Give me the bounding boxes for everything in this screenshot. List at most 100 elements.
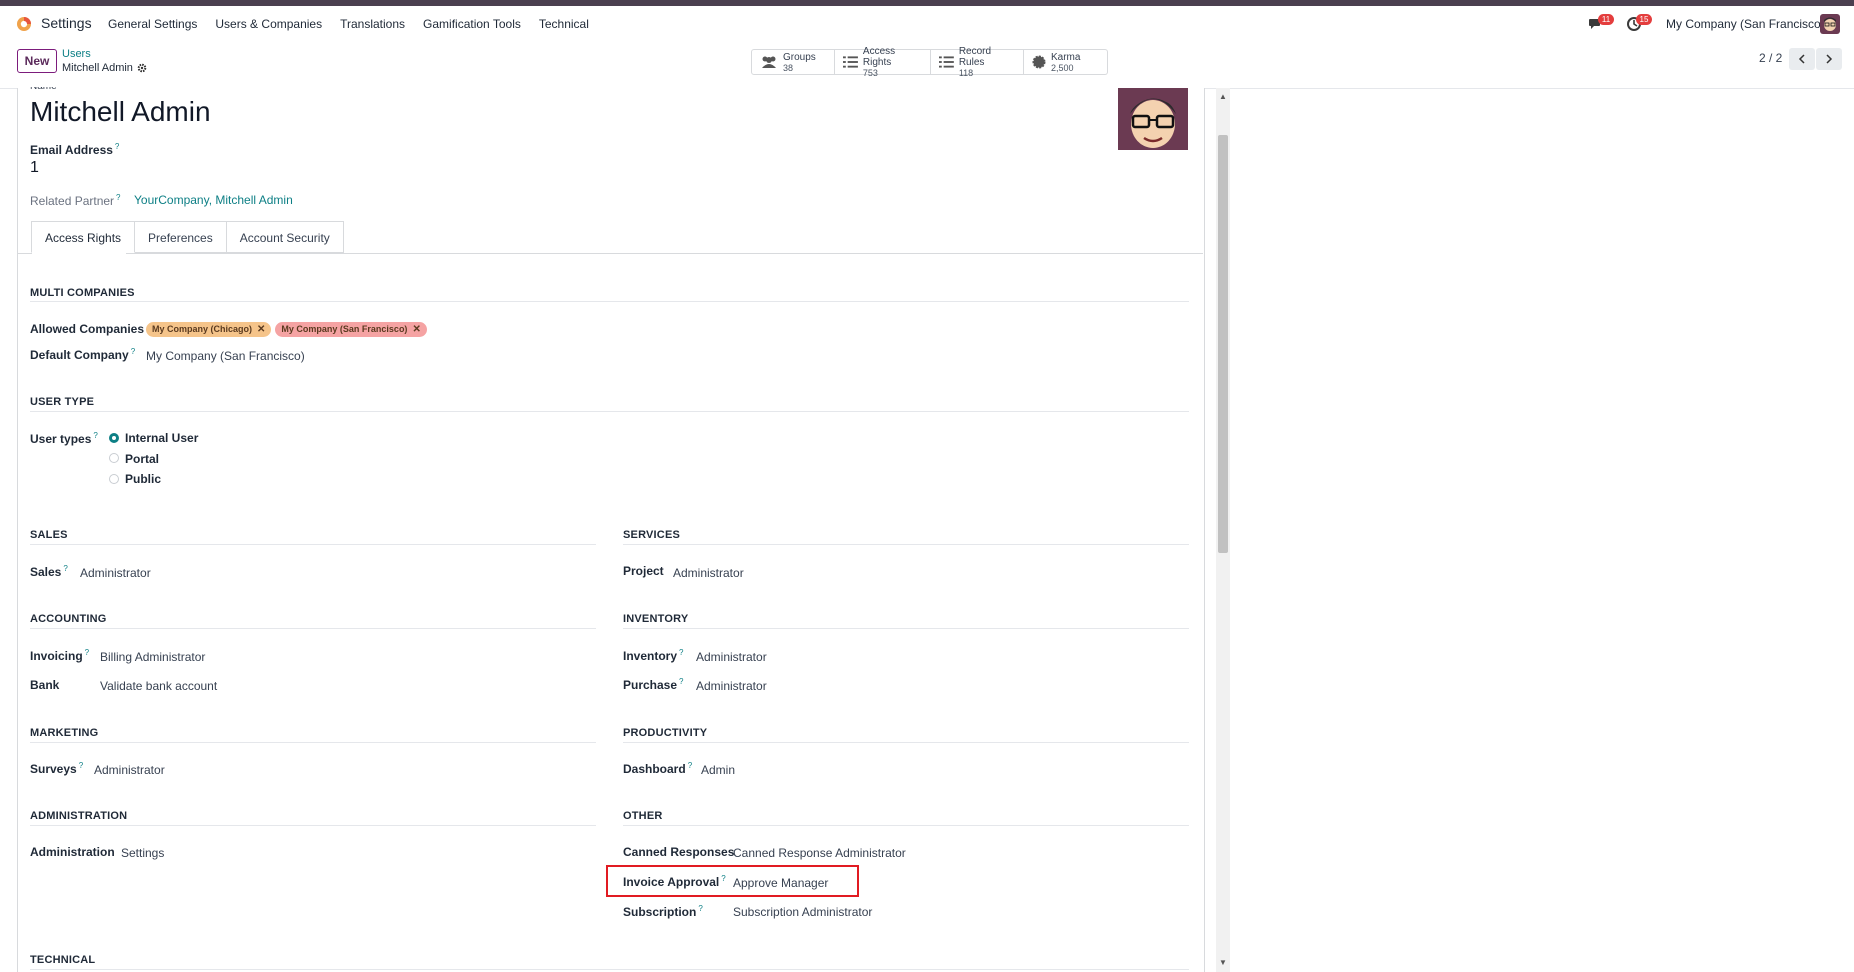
app-name[interactable]: Settings [41, 15, 92, 31]
messages-badge: 11 [1598, 14, 1614, 25]
menu-users-companies[interactable]: Users & Companies [215, 17, 322, 31]
invoicing-label: Invoicing? [30, 648, 89, 663]
section-accounting: ACCOUNTING [30, 613, 107, 625]
section-services: SERVICES [623, 529, 681, 541]
bank-field[interactable]: Validate bank account [100, 679, 217, 693]
section-divider [30, 544, 596, 545]
name-label: Name [30, 87, 57, 91]
section-divider [30, 742, 596, 743]
surveys-field[interactable]: Administrator [94, 763, 165, 777]
related-partner-link[interactable]: YourCompany, Mitchell Admin [134, 193, 293, 207]
dashboard-label: Dashboard? [623, 761, 692, 776]
radio-internal-user[interactable] [109, 433, 119, 443]
smart-button-karma-count: 2,500 [1051, 62, 1074, 73]
smart-buttons: Groups 38 Access Rights 753 Record Rules 11… [751, 46, 1108, 78]
odoo-app-icon[interactable] [16, 16, 32, 32]
default-company-label-text: Default Company [30, 348, 129, 362]
help-icon[interactable]: ? [698, 904, 702, 913]
tab-access-rights[interactable]: Access Rights [31, 221, 136, 253]
radio-portal[interactable] [109, 453, 119, 463]
radio-internal-user-label[interactable]: Internal User [125, 431, 198, 445]
smart-button-record-rules[interactable]: Record Rules 118 [931, 46, 1024, 78]
user-avatar-photo[interactable] [1118, 88, 1188, 150]
help-icon[interactable]: ? [688, 761, 692, 770]
project-label: Project [623, 564, 664, 578]
scroll-up-icon[interactable]: ▲ [1218, 92, 1228, 102]
menu-gamification-tools[interactable]: Gamification Tools [423, 17, 521, 31]
email-field[interactable]: 1 [30, 159, 39, 177]
breadcrumb-users[interactable]: Users [62, 48, 91, 60]
help-icon[interactable]: ? [85, 648, 89, 657]
invoicing-label-text: Invoicing [30, 649, 83, 663]
user-name-field[interactable]: Mitchell Admin [30, 96, 211, 128]
smart-button-access-rights[interactable]: Access Rights 753 [835, 46, 931, 78]
smart-button-karma[interactable]: Karma 2,500 [1024, 49, 1108, 75]
smart-button-karma-label: Karma [1051, 51, 1081, 63]
section-inventory: INVENTORY [623, 613, 689, 625]
breadcrumb-current-label: Mitchell Admin [62, 62, 133, 74]
radio-public-label[interactable]: Public [125, 472, 161, 486]
subscription-label: Subscription? [623, 904, 703, 919]
help-icon[interactable]: ? [679, 677, 683, 686]
tab-account-security[interactable]: Account Security [226, 221, 344, 253]
section-divider [30, 411, 1189, 412]
top-menu: General Settings Users & Companies Trans… [108, 17, 589, 31]
help-icon[interactable]: ? [93, 431, 97, 440]
scrollbar-thumb[interactable] [1218, 135, 1228, 553]
remove-tag-icon[interactable]: ✕ [412, 324, 420, 335]
default-company-field[interactable]: My Company (San Francisco) [146, 349, 305, 363]
pager-next-button[interactable] [1816, 48, 1842, 70]
subscription-label-text: Subscription [623, 905, 697, 919]
menu-translations[interactable]: Translations [340, 17, 405, 31]
company-tag-san-francisco-label: My Company (San Francisco) [281, 324, 408, 334]
list-icon [939, 56, 954, 68]
help-icon[interactable]: ? [679, 648, 683, 657]
administration-field[interactable]: Settings [121, 846, 164, 860]
smart-button-groups[interactable]: Groups 38 [751, 49, 835, 75]
gear-icon[interactable] [137, 63, 147, 73]
smart-button-groups-label: Groups [783, 51, 816, 63]
radio-public[interactable] [109, 474, 119, 484]
allowed-companies-label: Allowed Companies [30, 322, 145, 336]
company-switcher[interactable]: My Company (San Francisco) [1666, 17, 1825, 31]
help-icon[interactable]: ? [63, 564, 67, 573]
help-icon[interactable]: ? [115, 142, 119, 151]
radio-portal-label[interactable]: Portal [125, 452, 159, 466]
inventory-label-text: Inventory [623, 649, 678, 663]
surveys-label: Surveys? [30, 761, 83, 776]
help-icon[interactable]: ? [131, 347, 135, 356]
menu-general-settings[interactable]: General Settings [108, 17, 197, 31]
section-sales: SALES [30, 529, 68, 541]
user-avatar[interactable] [1820, 14, 1840, 34]
tab-preferences[interactable]: Preferences [135, 221, 227, 253]
main-navbar: Settings General Settings Users & Compan… [0, 6, 1854, 42]
pager-previous-button[interactable] [1789, 48, 1815, 70]
activities-badge: 15 [1636, 14, 1652, 25]
inventory-field[interactable]: Administrator [696, 650, 767, 664]
help-icon[interactable]: ? [79, 761, 83, 770]
help-icon[interactable]: ? [116, 193, 120, 202]
canned-responses-label: Canned Responses [623, 845, 735, 859]
new-button[interactable]: New [17, 49, 57, 73]
dashboard-label-text: Dashboard [623, 762, 686, 776]
badge-icon [1032, 55, 1046, 69]
canned-responses-field[interactable]: Canned Response Administrator [733, 846, 906, 860]
section-divider [623, 742, 1189, 743]
purchase-field[interactable]: Administrator [696, 679, 767, 693]
scroll-down-icon[interactable]: ▼ [1218, 958, 1228, 968]
email-label-text: Email Address [30, 143, 113, 157]
sales-field[interactable]: Administrator [80, 566, 151, 580]
remove-tag-icon[interactable]: ✕ [257, 324, 265, 335]
pager-value[interactable]: 2 / 2 [1759, 51, 1782, 65]
related-partner-label: Related Partner? [30, 193, 121, 208]
dashboard-field[interactable]: Admin [701, 763, 735, 777]
control-panel: New Users Mitchell Admin Groups 38 Access… [0, 42, 1854, 89]
section-divider [30, 825, 596, 826]
invoicing-field[interactable]: Billing Administrator [100, 650, 205, 664]
menu-technical[interactable]: Technical [539, 17, 589, 31]
section-multi-companies: MULTI COMPANIES [30, 287, 135, 299]
allowed-companies-field[interactable]: My Company (Chicago) ✕ My Company (San Fra… [146, 321, 431, 337]
subscription-field[interactable]: Subscription Administrator [733, 905, 872, 919]
project-field[interactable]: Administrator [673, 566, 744, 580]
section-divider [30, 301, 1189, 302]
